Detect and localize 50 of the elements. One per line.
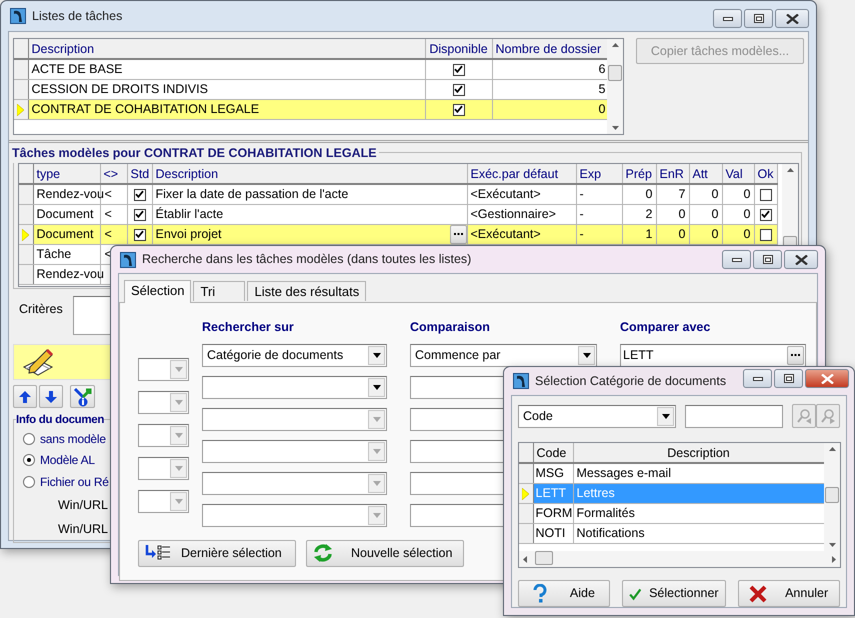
table-cell: <Exécutant> [467, 184, 576, 204]
table-cell: Tâche [33, 244, 100, 264]
table-cell: 0 [492, 99, 609, 119]
dialog-title: Recherche dans les tâches modèles (dans toutes les listes) [142, 251, 472, 268]
table-cell: <Gestionnaire> [467, 204, 576, 224]
table-cell: Messages e-mail [573, 463, 824, 483]
radio-label: Fichier ou Ré [40, 474, 109, 491]
table-cell: < [100, 204, 127, 224]
field-label: Critères [19, 301, 63, 318]
table-cell: Lettres [573, 483, 824, 503]
table-cell: <Exécutant> [467, 224, 576, 244]
table-cell: 7 [656, 184, 689, 204]
table-cell: - [576, 204, 622, 224]
table-cell: 0 [722, 184, 754, 204]
table-cell: NOTI [533, 523, 573, 543]
table-cell: MSG [533, 463, 573, 483]
table-cell: FORM [533, 503, 573, 523]
table-cell: < [100, 224, 127, 244]
column-label: Comparaison [410, 320, 490, 334]
table-cell: Formalités [573, 503, 824, 523]
table-cell: Fixer la date de passation de l'acte [156, 187, 348, 202]
table-cell: 0 [722, 224, 754, 244]
table-cell: 0 [689, 224, 722, 244]
table-cell: ACTE DE BASE [28, 59, 425, 79]
table-cell: Envoi projet [156, 227, 222, 241]
column-label: Rechercher sur [202, 320, 294, 334]
dialog-title: Sélection Catégorie de documents [535, 372, 726, 390]
field-label: Win/URL [58, 522, 108, 536]
table-cell: 0 [656, 224, 689, 244]
radio-label: Modèle AL [40, 452, 95, 470]
table-cell: - [576, 224, 622, 244]
table-cell: Établir l'acte [156, 207, 224, 221]
table-cell: Document [33, 224, 100, 244]
column-label: Comparer avec [620, 320, 710, 334]
table-cell: LETT [533, 483, 573, 503]
table-cell: 0 [656, 204, 689, 224]
radio-label: sans modèle [40, 430, 106, 448]
table-cell: 0 [689, 204, 722, 224]
table-cell: 2 [622, 204, 656, 224]
field-label: Win/URL [58, 498, 108, 512]
table-cell: Notifications [573, 523, 824, 543]
table-cell: CESSION DE DROITS INDIVIS [28, 79, 425, 99]
table-cell: 0 [622, 184, 656, 204]
table-cell: 0 [722, 204, 754, 224]
table-cell: 1 [622, 224, 656, 244]
window-title: Listes de tâches [32, 8, 122, 25]
table-cell: 0 [689, 184, 722, 204]
table-cell: Document [33, 204, 100, 224]
table-cell: - [576, 184, 622, 204]
table-cell: CONTRAT DE COHABITATION LEGALE [28, 99, 425, 119]
